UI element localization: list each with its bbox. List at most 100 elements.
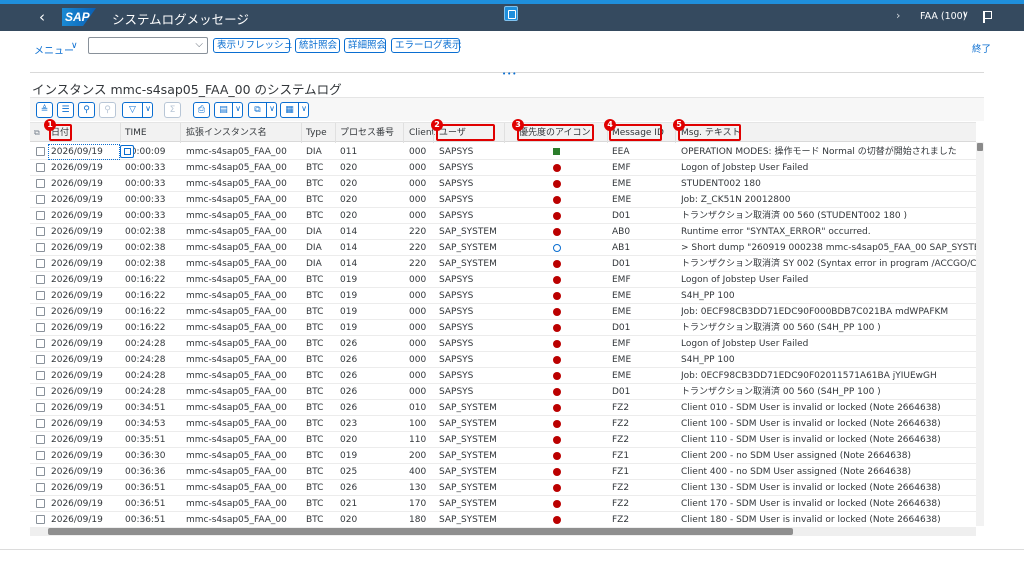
cell-date[interactable]: 2026/09/19 xyxy=(51,352,119,368)
table-row[interactable]: 2026/09/19 00:00:33 mmc-s4sap05_FAA_00 BTC 0… xyxy=(30,192,976,208)
row-checkbox[interactable] xyxy=(36,435,45,444)
table-row[interactable]: 2026/09/19 00:24:28 mmc-s4sap05_FAA_00 BTC 0… xyxy=(30,336,976,352)
cell-user[interactable]: SAPSYS xyxy=(439,288,503,304)
cell-instance[interactable]: mmc-s4sap05_FAA_00 xyxy=(186,144,300,160)
cell-date[interactable]: 2026/09/19 xyxy=(51,416,119,432)
cell-time[interactable]: 00:02:38 xyxy=(125,224,179,240)
export-button[interactable]: ⧉ ∨ xyxy=(248,102,277,118)
cell-type[interactable]: BTC xyxy=(306,176,334,192)
vertical-scrollbar[interactable] xyxy=(976,142,984,526)
column-separator[interactable] xyxy=(403,123,404,143)
cell-message-text[interactable]: Client 170 - SDM User is invalid or lock… xyxy=(681,496,976,512)
cell-date[interactable]: 2026/09/19 xyxy=(51,192,119,208)
cell-client[interactable]: 000 xyxy=(409,368,433,384)
cell-message-text[interactable]: > Short dump "260919 000238 mmc-s4sap05_… xyxy=(681,240,976,256)
row-checkbox[interactable] xyxy=(36,259,45,268)
cell-client[interactable]: 180 xyxy=(409,512,433,526)
cell-user[interactable]: SAPSYS xyxy=(439,320,503,336)
column-separator[interactable] xyxy=(180,123,181,143)
cell-message-text[interactable]: Client 400 - no SDM User assigned (Note … xyxy=(681,464,976,480)
row-checkbox[interactable] xyxy=(36,451,45,460)
row-checkbox[interactable] xyxy=(36,499,45,508)
cell-user[interactable]: SAPSYS xyxy=(439,384,503,400)
find-button[interactable]: ⚲ xyxy=(78,102,95,118)
cell-process[interactable]: 020 xyxy=(340,176,402,192)
cell-message-id[interactable]: EME xyxy=(612,304,674,320)
row-checkbox[interactable] xyxy=(36,275,45,284)
cell-time[interactable]: 00:24:28 xyxy=(125,352,179,368)
cell-process[interactable]: 026 xyxy=(340,384,402,400)
cell-process[interactable]: 014 xyxy=(340,240,402,256)
cell-instance[interactable]: mmc-s4sap05_FAA_00 xyxy=(186,400,300,416)
cell-user[interactable]: SAPSYS xyxy=(439,176,503,192)
table-row[interactable]: 2026/09/19 00:16:22 mmc-s4sap05_FAA_00 BTC 0… xyxy=(30,272,976,288)
cell-user[interactable]: SAP_SYSTEM xyxy=(439,416,503,432)
cell-user[interactable]: SAPSYS xyxy=(439,144,503,160)
table-row[interactable]: 2026/09/19 00:24:28 mmc-s4sap05_FAA_00 BTC 0… xyxy=(30,352,976,368)
splitter-grip[interactable]: ••• xyxy=(502,70,517,78)
cell-message-id[interactable]: EME xyxy=(612,288,674,304)
cell-message-id[interactable]: FZ2 xyxy=(612,496,674,512)
cell-date[interactable]: 2026/09/19 xyxy=(51,368,119,384)
cell-user[interactable]: SAPSYS xyxy=(439,336,503,352)
cell-message-id[interactable]: D01 xyxy=(612,208,674,224)
cell-time[interactable]: 00:34:53 xyxy=(125,416,179,432)
table-row[interactable]: 2026/09/19 00:00:09 mmc-s4sap05_FAA_00 DIA 0… xyxy=(30,144,976,160)
cell-client[interactable]: 220 xyxy=(409,240,433,256)
column-separator[interactable] xyxy=(120,123,121,143)
cell-client[interactable]: 000 xyxy=(409,352,433,368)
cell-message-id[interactable]: FZ2 xyxy=(612,480,674,496)
cell-time[interactable]: 00:00:33 xyxy=(125,176,179,192)
cell-time[interactable]: 00:36:51 xyxy=(125,496,179,512)
cell-message-id[interactable]: D01 xyxy=(612,320,674,336)
cell-message-text[interactable]: Logon of Jobstep User Failed xyxy=(681,160,976,176)
cell-message-id[interactable]: EEA xyxy=(612,144,674,160)
cell-type[interactable]: BTC xyxy=(306,304,334,320)
table-row[interactable]: 2026/09/19 00:35:51 mmc-s4sap05_FAA_00 BTC 0… xyxy=(30,432,976,448)
cell-time[interactable]: 00:36:51 xyxy=(125,480,179,496)
cell-instance[interactable]: mmc-s4sap05_FAA_00 xyxy=(186,368,300,384)
cell-message-id[interactable]: FZ2 xyxy=(612,400,674,416)
cell-type[interactable]: BTC xyxy=(306,416,334,432)
cell-message-id[interactable]: FZ2 xyxy=(612,416,674,432)
cell-client[interactable]: 000 xyxy=(409,144,433,160)
cell-instance[interactable]: mmc-s4sap05_FAA_00 xyxy=(186,320,300,336)
table-row[interactable]: 2026/09/19 00:16:22 mmc-s4sap05_FAA_00 BTC 0… xyxy=(30,304,976,320)
cell-message-id[interactable]: FZ2 xyxy=(612,432,674,448)
cell-instance[interactable]: mmc-s4sap05_FAA_00 xyxy=(186,288,300,304)
column-separator[interactable] xyxy=(335,123,336,143)
cell-process[interactable]: 026 xyxy=(340,368,402,384)
view-chevron-down-icon[interactable]: ∨ xyxy=(235,104,241,113)
cell-message-text[interactable]: トランザクション取消済 SY 002 (Syntax error in prog… xyxy=(681,256,976,272)
find-next-button[interactable]: ⚲ xyxy=(99,102,116,118)
row-checkbox[interactable] xyxy=(36,515,45,524)
horizontal-scrollbar[interactable] xyxy=(30,527,976,536)
table-row[interactable]: 2026/09/19 00:02:38 mmc-s4sap05_FAA_00 DIA 0… xyxy=(30,256,976,272)
row-checkbox[interactable] xyxy=(36,179,45,188)
select-all-icon[interactable]: ⧉ xyxy=(34,123,40,143)
cell-user[interactable]: SAP_SYSTEM xyxy=(439,496,503,512)
table-row[interactable]: 2026/09/19 00:36:30 mmc-s4sap05_FAA_00 BTC 0… xyxy=(30,448,976,464)
column-separator[interactable] xyxy=(504,123,505,143)
cell-type[interactable]: BTC xyxy=(306,448,334,464)
table-row[interactable]: 2026/09/19 00:16:22 mmc-s4sap05_FAA_00 BTC 0… xyxy=(30,320,976,336)
cell-type[interactable]: BTC xyxy=(306,400,334,416)
column-header-instance[interactable]: 拡張インスタンス名 xyxy=(186,123,267,143)
cell-type[interactable]: BTC xyxy=(306,288,334,304)
row-checkbox[interactable] xyxy=(36,387,45,396)
row-checkbox[interactable] xyxy=(36,195,45,204)
cell-time[interactable]: 00:24:28 xyxy=(125,336,179,352)
cell-message-text[interactable]: Client 200 - no SDM User assigned (Note … xyxy=(681,448,976,464)
cell-date[interactable]: 2026/09/19 xyxy=(51,160,119,176)
cell-user[interactable]: SAPSYS xyxy=(439,304,503,320)
cell-client[interactable]: 010 xyxy=(409,400,433,416)
cell-date[interactable]: 2026/09/19 xyxy=(51,208,119,224)
cell-process[interactable]: 020 xyxy=(340,192,402,208)
row-checkbox[interactable] xyxy=(36,355,45,364)
cell-client[interactable]: 200 xyxy=(409,448,433,464)
cell-time[interactable]: 00:24:28 xyxy=(125,384,179,400)
row-checkbox[interactable] xyxy=(36,211,45,220)
column-separator[interactable] xyxy=(301,123,302,143)
cell-time[interactable]: 00:36:30 xyxy=(125,448,179,464)
cell-message-text[interactable]: S4H_PP 100 xyxy=(681,352,976,368)
